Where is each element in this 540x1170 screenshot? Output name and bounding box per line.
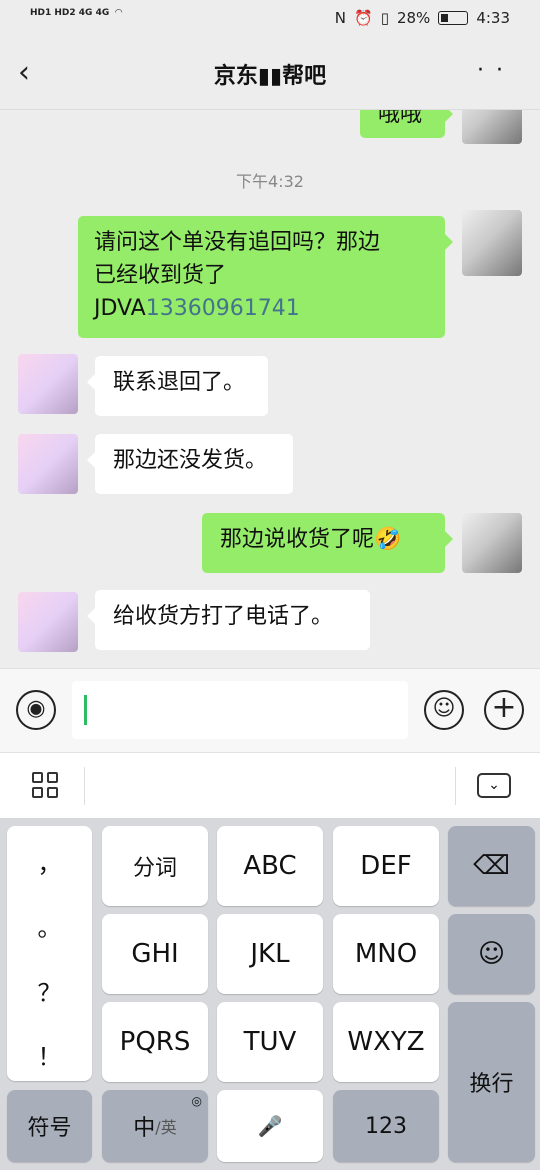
emoji-key[interactable]: ☺ [448, 914, 535, 994]
message-bubble-previous[interactable]: 哦哦 [360, 110, 453, 138]
phone-link[interactable]: 13360961741 [146, 296, 300, 321]
avatar-me[interactable] [462, 513, 522, 573]
chat-title: 京东▮▮帮吧 [213, 64, 327, 89]
input-bar: ◉ ☺ + [0, 668, 540, 752]
message-bubble-1[interactable]: 请问这个单没有追回吗？那边 已经收到货了 JDVA13360961741 [78, 216, 453, 338]
avatar-other[interactable] [18, 592, 78, 652]
symbols-key[interactable]: 符号 [7, 1090, 92, 1162]
number-key[interactable]: 123 [333, 1090, 439, 1162]
smile-icon: ☺ [477, 939, 506, 969]
keyboard-toolbar: ⌄ [0, 752, 540, 818]
status-bar: HD1 HD2 4G 4G ◠ N ⏰ ▯ 28% 4:33 [0, 0, 540, 40]
battery-icon [438, 11, 469, 25]
punctuation-column[interactable]: ， 。 ？ ！ [7, 826, 92, 1081]
message-bubble-3[interactable]: 那边还没发货。 [87, 434, 293, 494]
punct-period[interactable]: 。 [7, 908, 92, 943]
alarm-icon: ⏰ [354, 9, 373, 27]
message-input[interactable] [72, 681, 408, 739]
avatar-me[interactable] [462, 210, 522, 276]
chat-header: ‹ 京东▮▮帮吧 ·· [0, 40, 540, 110]
microphone-icon: 🎤 [257, 1114, 283, 1138]
laugh-emoji-icon: 🤣 [374, 527, 402, 552]
nfc-icon: N [334, 9, 347, 27]
punct-question[interactable]: ？ [7, 973, 92, 1008]
vibrate-icon: ▯ [380, 9, 389, 27]
space-key[interactable]: 🎤 [217, 1090, 323, 1162]
enter-key[interactable]: 换行 [448, 1002, 535, 1162]
plus-icon[interactable]: + [484, 690, 524, 730]
key-segment[interactable]: 分词 [102, 826, 208, 906]
avatar-me[interactable] [462, 110, 522, 144]
message-bubble-2[interactable]: 联系退回了。 [87, 356, 268, 416]
emoji-icon[interactable]: ☺ [424, 690, 464, 730]
key-tuv[interactable]: TUV [217, 1002, 323, 1082]
message-bubble-5[interactable]: 给收货方打了电话了。 [87, 590, 370, 650]
avatar-other[interactable] [18, 354, 78, 414]
key-ghi[interactable]: GHI [102, 914, 208, 994]
key-jkl[interactable]: JKL [217, 914, 323, 994]
backspace-key[interactable]: ⌫ [448, 826, 535, 906]
avatar-other[interactable] [18, 434, 78, 494]
toolbar-divider [84, 767, 85, 805]
key-abc[interactable]: ABC [217, 826, 323, 906]
key-wxyz[interactable]: WXYZ [333, 1002, 439, 1082]
message-list[interactable]: 哦哦 下午4:32 请问这个单没有追回吗？那边 已经收到货了 JDVA13360… [0, 110, 540, 668]
keyboard: ， 。 ？ ！ 分词 ABC DEF ⌫ GHI JKL MNO ☺ PQRS … [0, 818, 540, 1170]
key-pqrs[interactable]: PQRS [102, 1002, 208, 1082]
signal-indicators: HD1 HD2 4G 4G ◠ [30, 8, 122, 18]
voice-icon[interactable]: ◉ [16, 690, 56, 730]
signal-icon: HD1 HD2 4G 4G [30, 8, 110, 18]
more-button[interactable]: ·· [477, 58, 515, 83]
wifi-icon: ◠ [115, 8, 123, 18]
backspace-icon: ⌫ [473, 851, 510, 881]
toolbar-divider [455, 767, 456, 805]
text-caret [84, 695, 87, 725]
timestamp: 下午4:32 [236, 172, 304, 191]
globe-icon: ◎ [191, 1094, 202, 1108]
collapse-keyboard-icon[interactable]: ⌄ [477, 773, 511, 798]
language-key[interactable]: 中/英 ◎ [102, 1090, 208, 1162]
status-right: N ⏰ ▯ 28% 4:33 [335, 9, 510, 27]
punct-comma[interactable]: ， [7, 844, 92, 879]
key-def[interactable]: DEF [333, 826, 439, 906]
clock: 4:33 [476, 9, 510, 27]
message-bubble-4[interactable]: 那边说收货了呢🤣 [202, 513, 453, 573]
grid-icon[interactable] [32, 772, 59, 799]
punct-exclaim[interactable]: ！ [7, 1037, 92, 1072]
key-mno[interactable]: MNO [333, 914, 439, 994]
battery-percent: 28% [396, 9, 431, 27]
